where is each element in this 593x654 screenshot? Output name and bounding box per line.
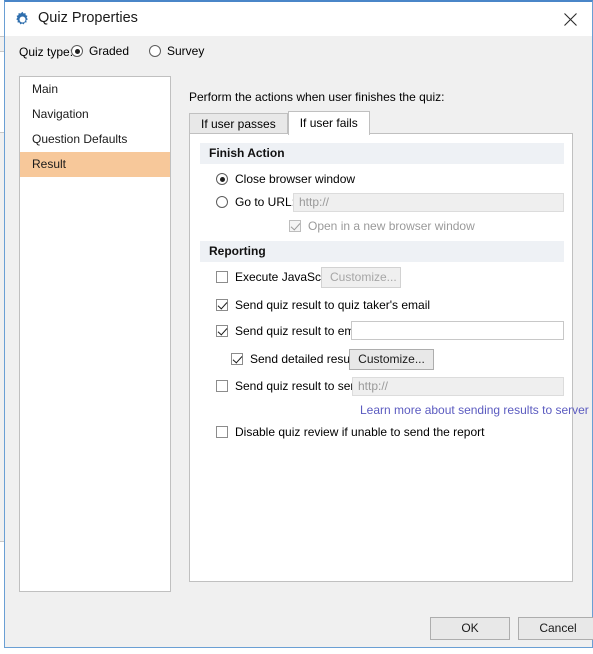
tab-if-user-fails[interactable]: If user fails (287, 111, 370, 135)
quiz-type-survey-label: Survey (167, 44, 205, 58)
radio-icon (216, 196, 228, 208)
checkbox-send-result-to-email[interactable]: Send quiz result to email (216, 324, 366, 338)
quiz-type-label: Quiz type: (19, 45, 74, 59)
radio-icon (149, 45, 161, 57)
quiz-properties-dialog: Quiz Properties Quiz type: Graded Survey… (4, 0, 593, 648)
send-to-taker-email-label: Send quiz result to quiz taker's email (235, 298, 431, 312)
send-to-server-label: Send quiz result to server (235, 379, 372, 393)
result-tabstrip: If user passes If user fails (189, 111, 370, 135)
close-browser-window-label: Close browser window (235, 172, 356, 186)
tab-if-user-passes[interactable]: If user passes (189, 113, 288, 134)
gear-icon (14, 11, 31, 28)
sidebar-item-question-defaults[interactable]: Question Defaults (20, 127, 170, 152)
send-detailed-results-customize-button[interactable]: Customize... (349, 349, 434, 370)
open-new-window-label: Open in a new browser window (308, 219, 475, 233)
settings-detail-pane: Perform the actions when user finishes t… (185, 76, 589, 592)
checkbox-icon (231, 353, 243, 365)
sidebar-item-result[interactable]: Result (20, 152, 170, 177)
disable-quiz-review-label: Disable quiz review if unable to send th… (235, 425, 485, 439)
execute-javascript-customize-button[interactable]: Customize... (321, 267, 401, 288)
sidebar-item-main[interactable]: Main (20, 77, 170, 102)
go-to-url-label: Go to URL: (235, 195, 296, 209)
quiz-type-row: Quiz type: Graded Survey (5, 36, 592, 69)
cancel-button[interactable]: Cancel (518, 617, 593, 640)
radio-icon (216, 173, 228, 185)
finish-action-heading: Finish Action (200, 143, 564, 164)
go-to-url-input[interactable]: http:// (293, 193, 564, 212)
checkbox-icon (216, 426, 228, 438)
checkbox-send-result-to-taker-email[interactable]: Send quiz result to quiz taker's email (216, 298, 430, 312)
send-to-server-input[interactable]: http:// (352, 377, 564, 396)
checkbox-disable-quiz-review[interactable]: Disable quiz review if unable to send th… (216, 425, 484, 439)
checkbox-icon (289, 220, 301, 232)
send-detailed-results-label: Send detailed results (250, 352, 363, 366)
dialog-title: Quiz Properties (38, 10, 138, 26)
quiz-type-graded-label: Graded (89, 44, 130, 58)
checkbox-send-result-to-server[interactable]: Send quiz result to server (216, 379, 371, 393)
checkbox-icon (216, 380, 228, 392)
settings-category-list[interactable]: Main Navigation Question Defaults Result (19, 76, 171, 592)
quiz-type-radio-survey[interactable]: Survey (149, 44, 204, 58)
checkbox-icon (216, 271, 228, 283)
send-to-email-input[interactable] (351, 321, 564, 340)
checkbox-send-detailed-results[interactable]: Send detailed results (231, 352, 362, 366)
close-icon[interactable] (548, 2, 592, 36)
checkbox-open-in-new-browser-window[interactable]: Open in a new browser window (289, 219, 475, 233)
radio-close-browser-window[interactable]: Close browser window (216, 172, 355, 186)
sidebar-item-navigation[interactable]: Navigation (20, 102, 170, 127)
checkbox-icon (216, 299, 228, 311)
learn-more-link[interactable]: Learn more about sending results to serv… (360, 403, 589, 417)
dialog-titlebar: Quiz Properties (5, 2, 592, 36)
checkbox-icon (216, 325, 228, 337)
quiz-type-radio-graded[interactable]: Graded (71, 44, 129, 58)
reporting-heading: Reporting (200, 241, 564, 262)
checkbox-execute-javascript[interactable]: Execute JavaScript (216, 270, 338, 284)
pane-intro-text: Perform the actions when user finishes t… (189, 90, 445, 104)
if-user-fails-panel: Finish Action Close browser window Go to… (189, 133, 589, 582)
radio-go-to-url[interactable]: Go to URL: (216, 195, 295, 209)
ok-button[interactable]: OK (430, 617, 510, 640)
send-to-email-label: Send quiz result to email (235, 324, 367, 338)
radio-icon (71, 45, 83, 57)
window-bottom-edge (0, 650, 593, 654)
